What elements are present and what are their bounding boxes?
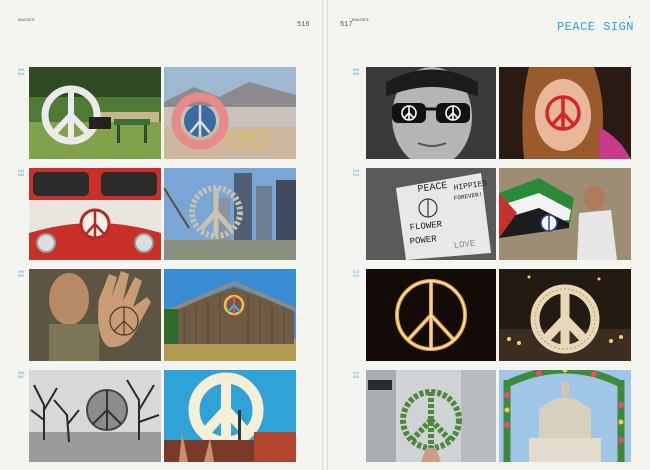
photo-soldier-hand-peace bbox=[29, 269, 161, 361]
title-accent-mark bbox=[629, 16, 630, 18]
photo-caption: 506 507 bbox=[18, 372, 25, 380]
photo-caption: 508 509 bbox=[353, 69, 360, 77]
photo-trees-peace-bw bbox=[29, 370, 161, 462]
photo-caption: 512 513 bbox=[353, 271, 360, 279]
photo-hippies-sign-bw: PEACE HIPPIES FOREVER! FLOWER POWER LOVE bbox=[366, 168, 496, 260]
photo-girl-facepaint-peace bbox=[499, 67, 631, 159]
left-page: IMAGES 516 500 501 502 503 504 505 506 507 bbox=[0, 0, 322, 470]
photo-park-peace-sculpture bbox=[29, 67, 161, 159]
photo-flag-protester bbox=[499, 168, 631, 260]
page-number: 516 bbox=[297, 21, 310, 29]
photo-vw-bus-peace bbox=[29, 168, 161, 260]
photo-caption: 514 515 bbox=[353, 372, 360, 380]
section-label: IMAGES bbox=[352, 17, 369, 22]
photo-desert-peace-wheel bbox=[164, 67, 296, 159]
photo-man-sunglasses-bw bbox=[366, 67, 496, 159]
photo-sparkler-peace bbox=[366, 269, 496, 361]
photo-caption: 504 505 bbox=[18, 271, 25, 279]
right-page: 517 IMAGES PEACE SIGN 508 509 510 511 512 5… bbox=[328, 0, 650, 470]
book-spread: IMAGES 516 500 501 502 503 504 505 506 507 bbox=[0, 0, 650, 470]
photo-candles-peace bbox=[499, 269, 631, 361]
section-label: IMAGES bbox=[18, 17, 35, 22]
photo-caption: 500 501 bbox=[18, 69, 25, 77]
photo-caption: 502 503 bbox=[18, 170, 25, 178]
photo-leaf-wreath-peace bbox=[366, 370, 496, 462]
photo-crowd-big-peace bbox=[164, 370, 296, 462]
page-number: 517 bbox=[340, 21, 353, 29]
photo-city-peace-sculpture bbox=[164, 168, 296, 260]
photo-barn-peace bbox=[164, 269, 296, 361]
photo-capitol-flower-peace bbox=[499, 370, 631, 462]
page-title: PEACE SIGN bbox=[556, 20, 634, 34]
photo-caption: 510 511 bbox=[353, 170, 360, 178]
